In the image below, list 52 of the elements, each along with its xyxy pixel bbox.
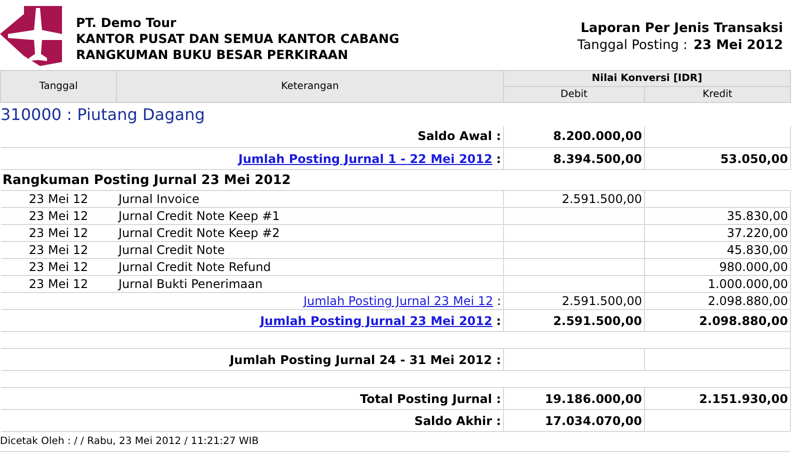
colon-text: : [496,314,501,328]
debit-amount: 17.034.070,00 [544,414,642,428]
description-cell: Jurnal Credit Note Refund [118,260,271,274]
section-heading: Rangkuman Posting Jurnal 23 Mei 2012 [2,172,291,188]
column-header: Debit [504,86,644,102]
date-cell: 23 Mei 12 [28,260,88,274]
debit-amount: 8.200.000,00 [553,129,642,144]
posting-date: 23 Mei 2012 [693,37,783,54]
summary-label: Saldo Awal : [418,129,501,144]
kredit-amount: 53.050,00 [720,152,788,166]
account-title: 310000 : Piutang Dagang [0,104,205,124]
posting-link[interactable]: Jumlah Posting Jurnal 23 Mei 12 [303,294,494,308]
kredit-amount: 37.220,00 [726,226,788,240]
office-title: KANTOR PUSAT DAN SEMUA KANTOR CABANG [76,31,400,47]
report-type: Laporan Per Jenis Transaksi [580,20,783,37]
date-cell: 23 Mei 12 [28,209,88,223]
date-cell: 23 Mei 12 [28,243,88,257]
column-header: Kredit [644,86,790,102]
posting-link[interactable]: Jumlah Posting Jurnal 23 Mei 2012 [260,314,492,328]
summary-label: Total Posting Jurnal : [360,392,501,406]
description-cell: Jurnal Bukti Penerimaan [118,277,263,291]
debit-amount: 19.186.000,00 [544,392,642,406]
date-cell: 23 Mei 12 [28,226,88,240]
debit-amount: 8.394.500,00 [553,152,642,166]
summary-label: Jumlah Posting Jurnal 24 - 31 Mei 2012 : [230,352,501,366]
debit-amount: 2.591.500,00 [562,294,642,308]
colon-text: : [496,152,501,166]
kredit-amount: 2.151.930,00 [699,392,788,406]
date-cell: 23 Mei 12 [28,192,88,206]
kredit-amount: 35.830,00 [726,209,788,223]
description-cell: Jurnal Invoice [118,192,200,206]
kredit-amount: 45.830,00 [726,243,788,257]
column-header: Tanggal [0,70,116,102]
kredit-amount: 1.000.000,00 [708,277,788,291]
colon-text: : [496,294,501,308]
kredit-amount: 2.098.880,00 [699,314,788,328]
summary-label: Saldo Akhir : [414,414,501,428]
company-name: PT. Demo Tour [76,15,178,31]
report-title: RANGKUMAN BUKU BESAR PERKIRAAN [76,47,350,63]
kredit-amount: 2.098.880,00 [708,294,788,308]
posting-link[interactable]: Jumlah Posting Jurnal 1 - 22 Mei 2012 [238,152,492,166]
column-header: Keterangan [116,70,504,102]
date-label: Tanggal Posting : [577,37,688,54]
description-cell: Jurnal Credit Note [118,243,225,257]
description-cell: Jurnal Credit Note Keep #2 [118,226,280,240]
date-cell: 23 Mei 12 [28,277,88,291]
description-cell: Jurnal Credit Note Keep #1 [118,209,280,223]
debit-amount: 2.591.500,00 [553,314,642,328]
debit-amount: 2.591.500,00 [562,192,642,206]
column-header: Nilai Konversi [IDR] [504,70,790,86]
print-footer: Dicetak Oleh : / / Rabu, 23 Mei 2012 / 11:21:27 WIB [0,432,790,452]
kredit-amount: 980.000,00 [719,260,788,274]
